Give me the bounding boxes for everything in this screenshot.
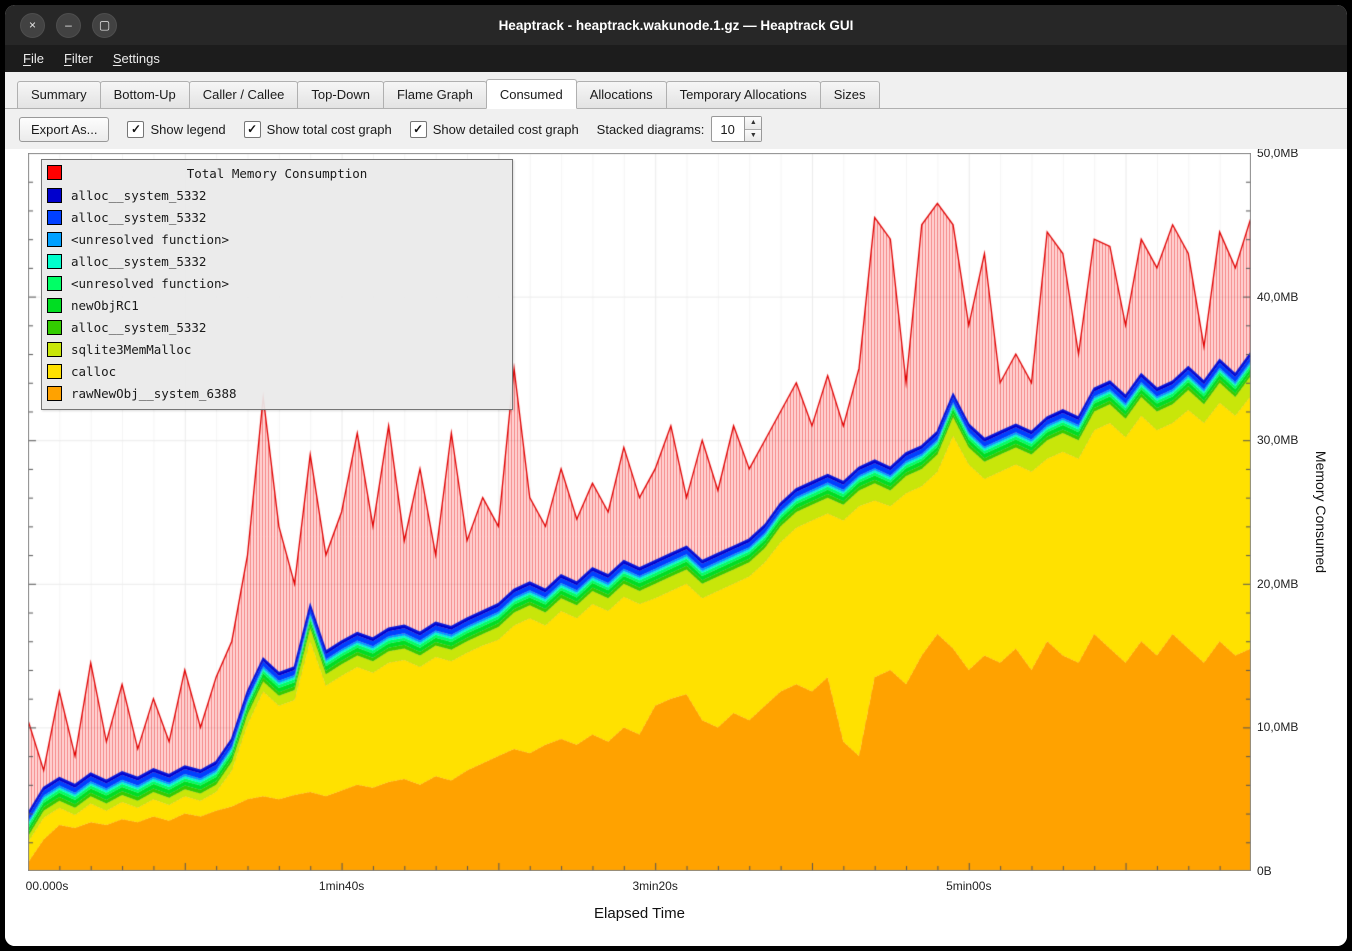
tab-flame-graph[interactable]: Flame Graph — [383, 81, 487, 108]
chart-legend: Total Memory Consumption alloc__system_5… — [41, 159, 513, 410]
legend-entry-label: <unresolved function> — [71, 232, 229, 247]
menu-file[interactable]: File — [13, 47, 54, 70]
legend-entry: rawNewObj__system_6388 — [42, 382, 512, 404]
show-detailed-cost-graph-checkbox[interactable]: ✓ Show detailed cost graph — [410, 121, 579, 138]
x-axis-tick-label: 3min20s — [632, 879, 677, 893]
menu-settings[interactable]: Settings — [103, 47, 170, 70]
y-axis-title: Memory Consumed — [1313, 451, 1329, 573]
tab-summary[interactable]: Summary — [17, 81, 101, 108]
legend-entry-label: sqlite3MemMalloc — [71, 342, 191, 357]
legend-color-swatch — [47, 320, 62, 335]
chart-area: Total Memory Consumption alloc__system_5… — [5, 149, 1347, 946]
tab-allocations[interactable]: Allocations — [576, 81, 667, 108]
y-axis-tick-label: 50,0MB — [1257, 149, 1298, 160]
legend-entry: alloc__system_5332 — [42, 206, 512, 228]
minimize-button-icon[interactable]: – — [56, 13, 81, 38]
app-window: ×–▢ Heaptrack - heaptrack.wakunode.1.gz … — [5, 5, 1347, 946]
legend-entry-label: <unresolved function> — [71, 276, 229, 291]
legend-title-row: Total Memory Consumption — [42, 163, 512, 184]
checkbox-label: Show total cost graph — [267, 122, 392, 137]
window-title: Heaptrack - heaptrack.wakunode.1.gz — He… — [5, 18, 1347, 33]
y-axis-tick-label: 20,0MB — [1257, 577, 1298, 591]
legend-entry-label: alloc__system_5332 — [71, 254, 206, 269]
tab-bottom-up[interactable]: Bottom-Up — [100, 81, 190, 108]
legend-entry: alloc__system_5332 — [42, 184, 512, 206]
show-total-cost-graph-checkbox[interactable]: ✓ Show total cost graph — [244, 121, 392, 138]
tab-sizes[interactable]: Sizes — [820, 81, 880, 108]
x-axis-tick-label: 5min00s — [946, 879, 991, 893]
spinbox-up-icon[interactable]: ▲ — [745, 117, 761, 130]
legend-color-swatch — [47, 298, 62, 313]
legend-entry-label: rawNewObj__system_6388 — [71, 386, 237, 401]
total-memory-swatch — [47, 165, 62, 180]
close-button-icon[interactable]: × — [20, 13, 45, 38]
menubar: FileFilterSettings — [5, 45, 1347, 72]
legend-entry: alloc__system_5332 — [42, 316, 512, 338]
x-axis-tick-label: 00.000s — [26, 879, 69, 893]
export-as-button[interactable]: Export As... — [19, 117, 109, 142]
show-legend-checkbox[interactable]: ✓ Show legend — [127, 121, 225, 138]
legend-entry: calloc — [42, 360, 512, 382]
legend-entry-label: newObjRC1 — [71, 298, 139, 313]
checkbox-label: Show detailed cost graph — [433, 122, 579, 137]
window-buttons: ×–▢ — [5, 13, 117, 38]
legend-color-swatch — [47, 210, 62, 225]
legend-entry-label: alloc__system_5332 — [71, 320, 206, 335]
toolbar: Export As... ✓ Show legend ✓ Show total cos… — [5, 109, 1347, 149]
checkbox-group: ✓ Show legend ✓ Show total cost graph ✓ Show … — [127, 121, 578, 138]
stacked-diagrams-spinbox[interactable]: 10 ▲ ▼ — [711, 116, 762, 142]
stacked-diagrams-label: Stacked diagrams: — [597, 122, 705, 137]
x-axis-title: Elapsed Time — [594, 905, 685, 922]
spinbox-down-icon[interactable]: ▼ — [745, 130, 761, 142]
legend-title: Total Memory Consumption — [187, 166, 368, 181]
tab-consumed[interactable]: Consumed — [486, 79, 577, 109]
tab-temporary-allocations[interactable]: Temporary Allocations — [666, 81, 821, 108]
y-axis-tick-label: 0B — [1257, 864, 1272, 878]
legend-entry-label: alloc__system_5332 — [71, 188, 206, 203]
menu-filter[interactable]: Filter — [54, 47, 103, 70]
legend-color-swatch — [47, 188, 62, 203]
stacked-diagrams-group: Stacked diagrams: 10 ▲ ▼ — [597, 116, 763, 142]
legend-color-swatch — [47, 232, 62, 247]
checkbox-check-icon: ✓ — [244, 121, 261, 138]
legend-entry: alloc__system_5332 — [42, 250, 512, 272]
maximize-button-icon[interactable]: ▢ — [92, 13, 117, 38]
checkbox-check-icon: ✓ — [127, 121, 144, 138]
tab-bar: SummaryBottom-UpCaller / CalleeTop-DownF… — [5, 72, 1347, 109]
checkbox-label: Show legend — [150, 122, 225, 137]
legend-entry: sqlite3MemMalloc — [42, 338, 512, 360]
legend-color-swatch — [47, 386, 62, 401]
legend-entry-label: alloc__system_5332 — [71, 210, 206, 225]
y-axis-tick-label: 30,0MB — [1257, 433, 1298, 447]
legend-entry: newObjRC1 — [42, 294, 512, 316]
titlebar[interactable]: ×–▢ Heaptrack - heaptrack.wakunode.1.gz … — [5, 5, 1347, 45]
spinbox-arrows: ▲ ▼ — [744, 117, 761, 141]
legend-color-swatch — [47, 364, 62, 379]
legend-color-swatch — [47, 254, 62, 269]
x-axis-tick-label: 1min40s — [319, 879, 364, 893]
legend-color-swatch — [47, 342, 62, 357]
tab-top-down[interactable]: Top-Down — [297, 81, 384, 108]
legend-entry-label: calloc — [71, 364, 116, 379]
stacked-diagrams-value[interactable]: 10 — [712, 117, 744, 141]
tab-caller-callee[interactable]: Caller / Callee — [189, 81, 299, 108]
checkbox-check-icon: ✓ — [410, 121, 427, 138]
legend-entry: <unresolved function> — [42, 272, 512, 294]
legend-entries: alloc__system_5332 alloc__system_5332 <unr… — [42, 184, 512, 404]
y-axis-tick-label: 40,0MB — [1257, 290, 1298, 304]
y-axis-tick-label: 10,0MB — [1257, 720, 1298, 734]
legend-entry: <unresolved function> — [42, 228, 512, 250]
legend-color-swatch — [47, 276, 62, 291]
